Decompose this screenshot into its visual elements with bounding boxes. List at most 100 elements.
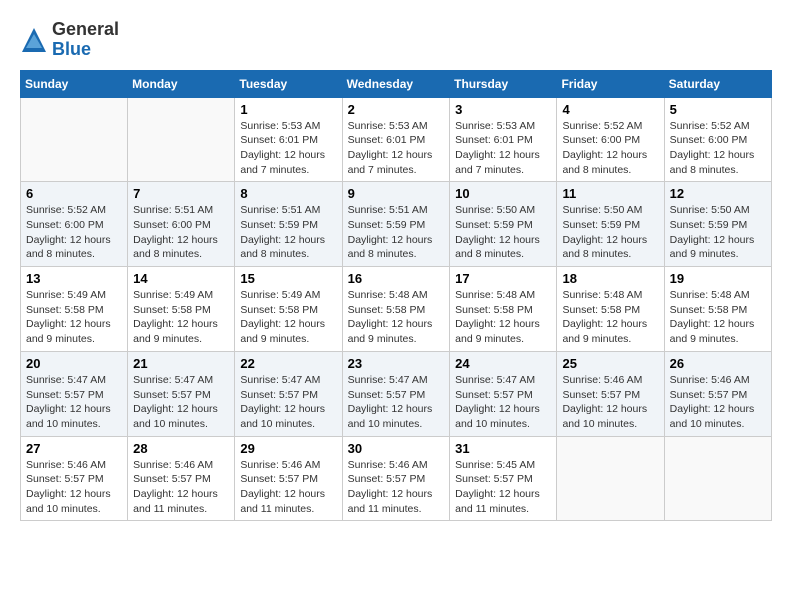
daylight: Daylight: 12 hours and 10 minutes.	[240, 403, 325, 430]
daylight: Daylight: 12 hours and 8 minutes.	[240, 234, 325, 261]
day-number: 21	[133, 356, 229, 371]
calendar-cell: 7 Sunrise: 5:51 AM Sunset: 6:00 PM Dayli…	[128, 182, 235, 267]
header-saturday: Saturday	[664, 70, 771, 97]
day-info: Sunrise: 5:50 AM Sunset: 5:59 PM Dayligh…	[670, 203, 766, 262]
sunrise: Sunrise: 5:52 AM	[26, 204, 106, 216]
day-info: Sunrise: 5:53 AM Sunset: 6:01 PM Dayligh…	[240, 119, 336, 178]
daylight: Daylight: 12 hours and 10 minutes.	[455, 403, 540, 430]
sunrise: Sunrise: 5:49 AM	[240, 289, 320, 301]
day-info: Sunrise: 5:48 AM Sunset: 5:58 PM Dayligh…	[670, 288, 766, 347]
daylight: Daylight: 12 hours and 10 minutes.	[26, 488, 111, 515]
daylight: Daylight: 12 hours and 9 minutes.	[240, 318, 325, 345]
sunset: Sunset: 5:58 PM	[133, 304, 211, 316]
sunrise: Sunrise: 5:49 AM	[133, 289, 213, 301]
calendar-cell: 18 Sunrise: 5:48 AM Sunset: 5:58 PM Dayl…	[557, 267, 664, 352]
day-info: Sunrise: 5:47 AM Sunset: 5:57 PM Dayligh…	[240, 373, 336, 432]
day-info: Sunrise: 5:53 AM Sunset: 6:01 PM Dayligh…	[455, 119, 551, 178]
daylight: Daylight: 12 hours and 9 minutes.	[455, 318, 540, 345]
sunset: Sunset: 6:00 PM	[670, 134, 748, 146]
sunrise: Sunrise: 5:46 AM	[133, 459, 213, 471]
calendar-cell: 22 Sunrise: 5:47 AM Sunset: 5:57 PM Dayl…	[235, 351, 342, 436]
calendar-cell: 27 Sunrise: 5:46 AM Sunset: 5:57 PM Dayl…	[21, 436, 128, 521]
calendar-table: SundayMondayTuesdayWednesdayThursdayFrid…	[20, 70, 772, 522]
header-sunday: Sunday	[21, 70, 128, 97]
day-info: Sunrise: 5:46 AM Sunset: 5:57 PM Dayligh…	[240, 458, 336, 517]
daylight: Daylight: 12 hours and 9 minutes.	[670, 234, 755, 261]
sunset: Sunset: 5:59 PM	[562, 219, 640, 231]
sunrise: Sunrise: 5:45 AM	[455, 459, 535, 471]
daylight: Daylight: 12 hours and 9 minutes.	[133, 318, 218, 345]
sunset: Sunset: 5:57 PM	[348, 473, 426, 485]
sunrise: Sunrise: 5:52 AM	[670, 120, 750, 132]
header-monday: Monday	[128, 70, 235, 97]
day-number: 23	[348, 356, 445, 371]
day-number: 7	[133, 186, 229, 201]
header-friday: Friday	[557, 70, 664, 97]
day-number: 11	[562, 186, 658, 201]
header-tuesday: Tuesday	[235, 70, 342, 97]
calendar-cell: 26 Sunrise: 5:46 AM Sunset: 5:57 PM Dayl…	[664, 351, 771, 436]
sunset: Sunset: 5:57 PM	[133, 473, 211, 485]
sunset: Sunset: 5:59 PM	[455, 219, 533, 231]
calendar-cell: 31 Sunrise: 5:45 AM Sunset: 5:57 PM Dayl…	[450, 436, 557, 521]
day-info: Sunrise: 5:49 AM Sunset: 5:58 PM Dayligh…	[240, 288, 336, 347]
daylight: Daylight: 12 hours and 8 minutes.	[348, 234, 433, 261]
logo-icon	[20, 26, 48, 54]
day-info: Sunrise: 5:47 AM Sunset: 5:57 PM Dayligh…	[133, 373, 229, 432]
calendar-cell: 17 Sunrise: 5:48 AM Sunset: 5:58 PM Dayl…	[450, 267, 557, 352]
sunset: Sunset: 5:59 PM	[348, 219, 426, 231]
day-info: Sunrise: 5:46 AM Sunset: 5:57 PM Dayligh…	[562, 373, 658, 432]
calendar-cell: 8 Sunrise: 5:51 AM Sunset: 5:59 PM Dayli…	[235, 182, 342, 267]
day-info: Sunrise: 5:46 AM Sunset: 5:57 PM Dayligh…	[133, 458, 229, 517]
daylight: Daylight: 12 hours and 10 minutes.	[26, 403, 111, 430]
day-number: 1	[240, 102, 336, 117]
daylight: Daylight: 12 hours and 10 minutes.	[562, 403, 647, 430]
day-number: 3	[455, 102, 551, 117]
calendar-cell: 12 Sunrise: 5:50 AM Sunset: 5:59 PM Dayl…	[664, 182, 771, 267]
day-number: 16	[348, 271, 445, 286]
calendar-cell: 28 Sunrise: 5:46 AM Sunset: 5:57 PM Dayl…	[128, 436, 235, 521]
daylight: Daylight: 12 hours and 11 minutes.	[455, 488, 540, 515]
sunrise: Sunrise: 5:51 AM	[348, 204, 428, 216]
daylight: Daylight: 12 hours and 8 minutes.	[455, 234, 540, 261]
calendar-cell: 13 Sunrise: 5:49 AM Sunset: 5:58 PM Dayl…	[21, 267, 128, 352]
sunset: Sunset: 5:57 PM	[26, 473, 104, 485]
calendar-cell: 29 Sunrise: 5:46 AM Sunset: 5:57 PM Dayl…	[235, 436, 342, 521]
sunset: Sunset: 5:57 PM	[455, 473, 533, 485]
day-info: Sunrise: 5:51 AM Sunset: 5:59 PM Dayligh…	[348, 203, 445, 262]
day-number: 9	[348, 186, 445, 201]
calendar-cell: 15 Sunrise: 5:49 AM Sunset: 5:58 PM Dayl…	[235, 267, 342, 352]
sunset: Sunset: 5:57 PM	[26, 389, 104, 401]
day-number: 30	[348, 441, 445, 456]
sunrise: Sunrise: 5:50 AM	[670, 204, 750, 216]
calendar-cell: 23 Sunrise: 5:47 AM Sunset: 5:57 PM Dayl…	[342, 351, 450, 436]
calendar-week-row: 27 Sunrise: 5:46 AM Sunset: 5:57 PM Dayl…	[21, 436, 772, 521]
calendar-cell: 14 Sunrise: 5:49 AM Sunset: 5:58 PM Dayl…	[128, 267, 235, 352]
sunrise: Sunrise: 5:47 AM	[348, 374, 428, 386]
calendar-cell: 16 Sunrise: 5:48 AM Sunset: 5:58 PM Dayl…	[342, 267, 450, 352]
day-info: Sunrise: 5:50 AM Sunset: 5:59 PM Dayligh…	[455, 203, 551, 262]
day-number: 24	[455, 356, 551, 371]
calendar-cell: 1 Sunrise: 5:53 AM Sunset: 6:01 PM Dayli…	[235, 97, 342, 182]
sunrise: Sunrise: 5:51 AM	[240, 204, 320, 216]
day-number: 29	[240, 441, 336, 456]
daylight: Daylight: 12 hours and 8 minutes.	[670, 149, 755, 176]
day-number: 5	[670, 102, 766, 117]
sunset: Sunset: 6:01 PM	[348, 134, 426, 146]
logo-general: General	[52, 20, 119, 40]
daylight: Daylight: 12 hours and 7 minutes.	[240, 149, 325, 176]
sunset: Sunset: 5:58 PM	[670, 304, 748, 316]
daylight: Daylight: 12 hours and 9 minutes.	[348, 318, 433, 345]
calendar-cell	[21, 97, 128, 182]
sunset: Sunset: 6:00 PM	[562, 134, 640, 146]
day-info: Sunrise: 5:46 AM Sunset: 5:57 PM Dayligh…	[26, 458, 122, 517]
day-number: 12	[670, 186, 766, 201]
sunset: Sunset: 6:00 PM	[26, 219, 104, 231]
day-number: 10	[455, 186, 551, 201]
header-wednesday: Wednesday	[342, 70, 450, 97]
day-info: Sunrise: 5:51 AM Sunset: 5:59 PM Dayligh…	[240, 203, 336, 262]
sunset: Sunset: 6:01 PM	[240, 134, 318, 146]
calendar-week-row: 20 Sunrise: 5:47 AM Sunset: 5:57 PM Dayl…	[21, 351, 772, 436]
daylight: Daylight: 12 hours and 9 minutes.	[670, 318, 755, 345]
sunset: Sunset: 5:57 PM	[348, 389, 426, 401]
